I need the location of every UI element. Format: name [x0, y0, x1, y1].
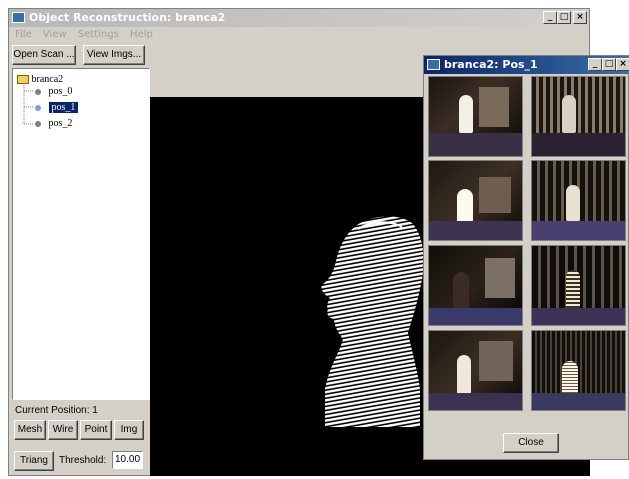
menu-help[interactable]: Help: [130, 29, 153, 40]
point-button[interactable]: Point: [80, 420, 112, 440]
close-window-button[interactable]: ×: [616, 58, 629, 71]
scan-thumbnail[interactable]: [531, 76, 626, 157]
window-icon: [427, 59, 440, 70]
triang-button[interactable]: Triang: [14, 451, 54, 471]
scan-thumbnail[interactable]: [428, 160, 523, 241]
image-window-titlebar[interactable]: branca2: Pos_1 _ □ ×: [424, 56, 629, 74]
scan-thumbnail[interactable]: [428, 330, 523, 411]
tree-item[interactable]: pos_1: [35, 101, 79, 114]
app-icon: [12, 12, 25, 23]
threshold-input[interactable]: 10.00: [112, 451, 143, 469]
tree-item-label: pos_0: [48, 86, 73, 97]
scan-thumbnail[interactable]: [428, 245, 523, 326]
minimize-button[interactable]: _: [543, 11, 557, 24]
menu-file[interactable]: File: [15, 29, 32, 40]
main-titlebar[interactable]: Object Reconstruction: branca2 _ □ ×: [9, 9, 589, 27]
tree-item-label-selected: pos_1: [48, 102, 79, 113]
threshold-label: Threshold:: [59, 455, 107, 466]
minimize-button[interactable]: _: [588, 58, 602, 71]
close-images-button[interactable]: Close: [503, 433, 559, 453]
tree-item[interactable]: pos_2: [35, 117, 72, 130]
tree-item[interactable]: pos_0: [35, 85, 72, 98]
img-button[interactable]: Img: [114, 420, 144, 440]
scan-thumbnail[interactable]: [531, 160, 626, 241]
open-scan-button[interactable]: Open Scan ...: [12, 45, 76, 65]
scan-thumbnail[interactable]: [531, 245, 626, 326]
node-icon: [35, 88, 41, 95]
image-window-title: branca2: Pos_1: [444, 58, 538, 71]
node-icon: [35, 104, 41, 111]
menu-settings[interactable]: Settings: [78, 29, 119, 40]
wire-button[interactable]: Wire: [48, 420, 78, 440]
scan-thumbnail[interactable]: [531, 330, 626, 411]
tree-item-label: pos_2: [48, 118, 73, 129]
scan-thumbnail[interactable]: [428, 76, 523, 157]
scan-tree: branca2 pos_0 pos_1 pos_2: [12, 68, 150, 400]
view-imgs-button[interactable]: View Imgs...: [83, 45, 145, 65]
maximize-button[interactable]: □: [557, 11, 571, 24]
close-button[interactable]: ×: [573, 11, 587, 24]
maximize-button[interactable]: □: [602, 58, 616, 71]
menu-bar: File View Settings Help: [9, 27, 589, 43]
window-title: Object Reconstruction: branca2: [29, 11, 226, 24]
image-window: branca2: Pos_1 _ □ × Close: [423, 55, 629, 460]
menu-view[interactable]: View: [43, 29, 67, 40]
current-position-label: Current Position: 1: [15, 405, 98, 416]
mesh-button[interactable]: Mesh: [14, 420, 46, 440]
node-icon: [35, 120, 41, 127]
